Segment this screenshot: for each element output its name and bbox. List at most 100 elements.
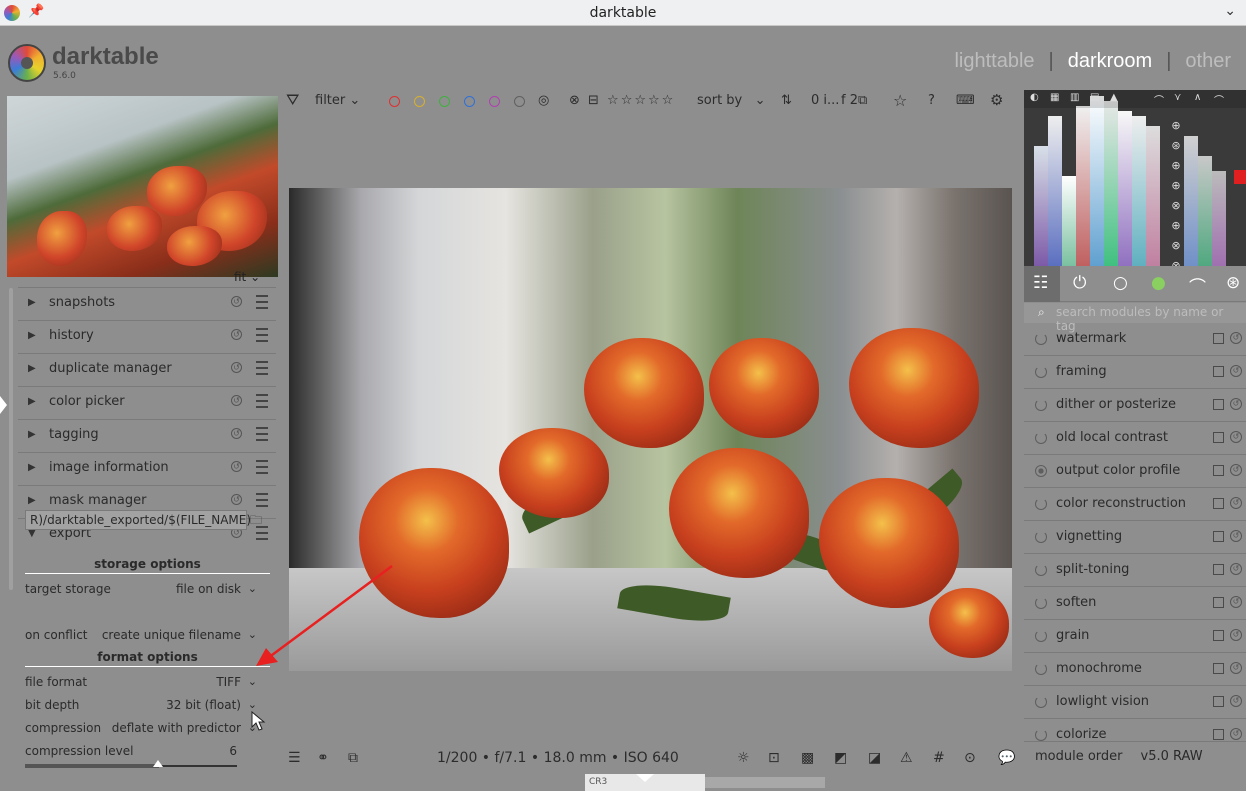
presets-menu-icon[interactable]: [256, 493, 268, 507]
left-panel-scrollbar[interactable]: [9, 288, 13, 590]
menu-icon[interactable]: ☰: [288, 750, 301, 766]
harmony-guide-icon[interactable]: ∧: [1194, 92, 1201, 103]
multi-instance-icon[interactable]: [1213, 630, 1224, 641]
multi-instance-icon[interactable]: [1213, 663, 1224, 674]
presets-menu-icon[interactable]: [256, 427, 268, 441]
module-monochrome[interactable]: monochrome ↺: [1024, 654, 1246, 686]
multi-instance-icon[interactable]: [1213, 729, 1224, 740]
multi-instance-icon[interactable]: [1213, 564, 1224, 575]
target-storage-select[interactable]: target storage file on disk ⌄: [25, 580, 257, 600]
power-icon[interactable]: [1035, 333, 1047, 345]
color-label-yellow-icon[interactable]: [414, 96, 425, 107]
clipping-icon[interactable]: ◩: [834, 750, 847, 766]
color-label-gray-icon[interactable]: [514, 96, 525, 107]
power-icon[interactable]: [1035, 366, 1047, 378]
reset-icon[interactable]: ↺: [1230, 596, 1242, 608]
filter-funnel-icon[interactable]: ⛛: [286, 90, 299, 110]
color-combine-icon[interactable]: ◎: [538, 93, 549, 108]
module-color-picker[interactable]: ▶ color picker ↺: [18, 386, 276, 416]
multi-instance-icon[interactable]: [1213, 597, 1224, 608]
module-old-local-contrast[interactable]: old local contrast ↺: [1024, 423, 1246, 455]
view-lighttable[interactable]: lighttable: [954, 50, 1034, 72]
sort-by-dropdown[interactable]: sort by ⌄: [697, 93, 766, 108]
multi-instance-icon[interactable]: [1213, 432, 1224, 443]
harmony-complementary-icon[interactable]: ⊕: [1167, 156, 1185, 176]
multi-instance-icon[interactable]: [1213, 531, 1224, 542]
circle-icon[interactable]: ○: [1113, 273, 1128, 293]
harmony-analogous-icon[interactable]: ⊛: [1167, 136, 1185, 156]
harmony-icon[interactable]: ⋎: [1174, 92, 1181, 103]
reset-icon[interactable]: ↺: [1230, 728, 1242, 740]
multi-instance-icon[interactable]: [1213, 465, 1224, 476]
multi-instance-icon[interactable]: [1213, 399, 1224, 410]
reset-icon[interactable]: ↺: [231, 329, 242, 340]
zoom-selector[interactable]: fit ⌄: [234, 270, 260, 284]
vectorscope-icon[interactable]: ▤: [1090, 92, 1099, 103]
power-icon[interactable]: [1035, 564, 1047, 576]
chevron-down-icon[interactable]: ⌄: [1224, 3, 1236, 19]
multi-instance-icon[interactable]: [1213, 366, 1224, 377]
module-color-reconstruction[interactable]: color reconstruction ↺: [1024, 489, 1246, 521]
reset-icon[interactable]: ↺: [1230, 530, 1242, 542]
sort-order-icon[interactable]: ⇅: [781, 93, 792, 108]
reset-icon[interactable]: ↺: [231, 296, 242, 307]
main-image[interactable]: [289, 188, 1012, 671]
iso12646-icon[interactable]: ☼: [737, 750, 750, 766]
presets-menu-icon[interactable]: [256, 295, 268, 309]
module-soften[interactable]: soften ↺: [1024, 588, 1246, 620]
filter-dropdown[interactable]: filter ⌄: [315, 93, 360, 108]
reset-icon[interactable]: ↺: [231, 362, 242, 373]
bit-depth-select[interactable]: bit depth 32 bit (float) ⌄: [25, 696, 257, 716]
power-icon[interactable]: [1035, 729, 1047, 741]
effects-group-icon[interactable]: ⊛: [1226, 273, 1240, 293]
power-icon[interactable]: [1035, 498, 1047, 510]
second-window-icon[interactable]: ⧉: [348, 750, 358, 766]
color-label-red-icon[interactable]: [389, 96, 400, 107]
harmony-custom-icon[interactable]: ⊗: [1167, 256, 1185, 266]
view-other[interactable]: other: [1185, 50, 1231, 72]
module-image-information[interactable]: ▶ image information ↺: [18, 452, 276, 482]
histogram-mode-icon[interactable]: ◐: [1030, 92, 1039, 103]
reset-icon[interactable]: ↺: [1230, 398, 1242, 410]
compression-level-track[interactable]: [25, 764, 237, 768]
grouping-button[interactable]: f 2⧉: [841, 93, 867, 108]
color-label-purple-icon[interactable]: [489, 96, 500, 107]
power-icon[interactable]: [1035, 696, 1047, 708]
presets-menu-icon[interactable]: [256, 361, 268, 375]
module-duplicate-manager[interactable]: ▶ duplicate manager ↺: [18, 353, 276, 383]
color-mode-icon[interactable]: ▲: [1110, 92, 1118, 103]
histogram[interactable]: ◐ ▦ ▥ ▤ ▲ ⌒ ⋎ ∧ ⌒ ⊕ ⊛ ⊕ ⊕ ⊗ ⊕ ⊗ ⊗: [1024, 90, 1246, 266]
power-icon[interactable]: [1035, 531, 1047, 543]
color-label-green-icon[interactable]: [439, 96, 450, 107]
star-icon[interactable]: ☆: [893, 91, 907, 110]
reset-icon[interactable]: ↺: [231, 494, 242, 505]
scale-icon[interactable]: ⌒: [1154, 92, 1164, 107]
presets-menu-icon[interactable]: [256, 328, 268, 342]
multi-instance-icon[interactable]: [1213, 696, 1224, 707]
reset-icon[interactable]: ↺: [231, 461, 242, 472]
export-path-input[interactable]: R)/darktable_exported/$(FILE_NAME): [25, 510, 251, 530]
parade-icon[interactable]: ▥: [1070, 92, 1079, 103]
module-search-input[interactable]: ⌕ search modules by name or tag: [1024, 303, 1246, 333]
module-vignetting[interactable]: vignetting ↺: [1024, 522, 1246, 554]
power-icon[interactable]: [1035, 663, 1047, 675]
harmony-monochromatic-icon[interactable]: ⊕: [1167, 116, 1185, 136]
module-watermark[interactable]: watermark ↺: [1024, 324, 1246, 356]
guides-grid-icon[interactable]: #: [933, 750, 945, 766]
notification-icon[interactable]: 💬: [998, 750, 1015, 766]
harmony-square-icon[interactable]: ⊗: [1167, 236, 1185, 256]
module-output-color-profile[interactable]: output color profile ↺: [1024, 456, 1246, 488]
view-darkroom[interactable]: darkroom: [1068, 50, 1152, 72]
module-colorize[interactable]: colorize ↺: [1024, 720, 1246, 742]
color-label-blue-icon[interactable]: [464, 96, 475, 107]
module-dither-or-posterize[interactable]: dither or posterize ↺: [1024, 390, 1246, 422]
raw-overexposed-icon[interactable]: ▩: [801, 750, 814, 766]
module-tagging[interactable]: ▶ tagging ↺: [18, 419, 276, 449]
folder-icon[interactable]: 🗀: [250, 511, 270, 529]
module-framing[interactable]: framing ↺: [1024, 357, 1246, 389]
help-icon[interactable]: ?: [928, 93, 935, 108]
focus-icon[interactable]: ⊙: [964, 750, 976, 766]
multi-instance-icon[interactable]: [1213, 333, 1224, 344]
reset-icon[interactable]: ↺: [231, 428, 242, 439]
harmony-tetrad-icon[interactable]: ⊕: [1167, 216, 1185, 236]
